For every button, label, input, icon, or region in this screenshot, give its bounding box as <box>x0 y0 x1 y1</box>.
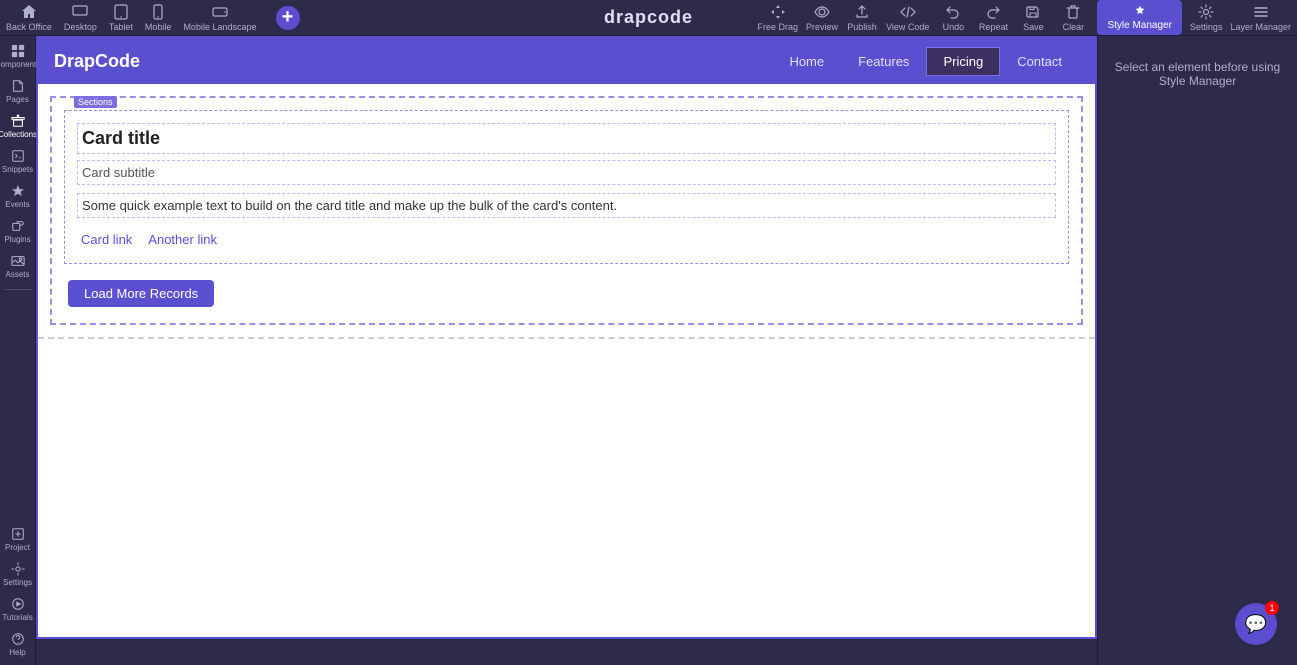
navbar-link-features[interactable]: Features <box>841 47 926 76</box>
sidebar-item-events[interactable]: Events <box>2 180 34 213</box>
landscape-btn[interactable]: Mobile Landscape <box>183 4 256 32</box>
app-title: drapcode <box>604 7 693 28</box>
card-subtitle: Card subtitle <box>77 160 1056 185</box>
load-more-btn[interactable]: Load More Records <box>68 280 214 307</box>
sidebar-item-help[interactable]: Help <box>2 628 34 661</box>
card-wrapper: Card title Card subtitle Some quick exam… <box>64 110 1069 264</box>
toolbar-right: Free Drag Preview Publish View Code Undo… <box>758 0 1291 35</box>
undo-btn[interactable]: Undo <box>937 4 969 32</box>
tablet-btn[interactable]: Tablet <box>109 4 133 32</box>
card-link-1[interactable]: Card link <box>81 232 132 247</box>
preview-frame: DrapCode Home Features Pricing Contact C… <box>36 36 1097 639</box>
mobile-btn[interactable]: Mobile <box>145 4 172 32</box>
save-btn[interactable]: Save <box>1017 4 1049 32</box>
chat-badge: 1 <box>1265 601 1279 615</box>
empty-section <box>38 337 1095 637</box>
view-code-btn[interactable]: View Code <box>886 4 929 32</box>
style-manager-btn[interactable]: Style Manager <box>1097 0 1181 35</box>
publish-btn[interactable]: Publish <box>846 4 878 32</box>
add-element-btn[interactable]: + <box>273 3 303 33</box>
right-panel: Select an element before using Style Man… <box>1097 36 1297 665</box>
navbar-link-pricing[interactable]: Pricing <box>926 47 1000 76</box>
clear-btn[interactable]: Clear <box>1057 4 1089 32</box>
left-sidebar: Components Pages Collections Snippets Ev… <box>0 36 36 665</box>
toolbar-left: Back Office Desktop Tablet Mobile Mobile… <box>6 3 303 33</box>
sidebar-item-pages[interactable]: Pages <box>2 75 34 108</box>
top-toolbar: Back Office Desktop Tablet Mobile Mobile… <box>0 0 1297 36</box>
sidebar-item-tutorials[interactable]: Tutorials <box>2 593 34 626</box>
sidebar-item-collections[interactable]: Collections <box>2 110 34 143</box>
sidebar-item-project[interactable]: Project <box>2 523 34 556</box>
settings-btn[interactable]: Settings <box>1190 4 1223 32</box>
back-office-btn[interactable]: Back Office <box>6 4 52 32</box>
card-link-2[interactable]: Another link <box>148 232 217 247</box>
preview-navbar: DrapCode Home Features Pricing Contact <box>38 38 1095 84</box>
canvas-area: Sections DrapCode Home Features Pricing … <box>36 36 1097 665</box>
desktop-btn[interactable]: Desktop <box>64 4 97 32</box>
card-links: Card link Another link <box>77 228 1056 251</box>
preview-btn[interactable]: Preview <box>806 4 838 32</box>
free-drag-btn[interactable]: Free Drag <box>758 4 799 32</box>
card-title: Card title <box>77 123 1056 154</box>
sidebar-item-snippets[interactable]: Snippets <box>2 145 34 178</box>
sidebar-item-components[interactable]: Components <box>2 40 34 73</box>
navbar-link-contact[interactable]: Contact <box>1000 47 1079 76</box>
repeat-btn[interactable]: Repeat <box>977 4 1009 32</box>
sections-label: Sections <box>74 96 117 108</box>
right-panel-message: Select an element before using Style Man… <box>1108 60 1287 88</box>
sidebar-item-settings[interactable]: Settings <box>2 558 34 591</box>
navbar-brand: DrapCode <box>54 51 140 72</box>
card-text: Some quick example text to build on the … <box>77 193 1056 218</box>
navbar-links: Home Features Pricing Contact <box>772 47 1079 76</box>
sidebar-item-plugins[interactable]: Plugins <box>2 215 34 248</box>
main-area: Components Pages Collections Snippets Ev… <box>0 36 1297 665</box>
sidebar-item-assets[interactable]: Assets <box>2 250 34 283</box>
navbar-link-home[interactable]: Home <box>772 47 841 76</box>
load-more-wrapper: Load More Records <box>64 276 1069 311</box>
content-section: Card title Card subtitle Some quick exam… <box>50 96 1083 325</box>
layer-manager-btn[interactable]: Layer Manager <box>1230 4 1291 32</box>
